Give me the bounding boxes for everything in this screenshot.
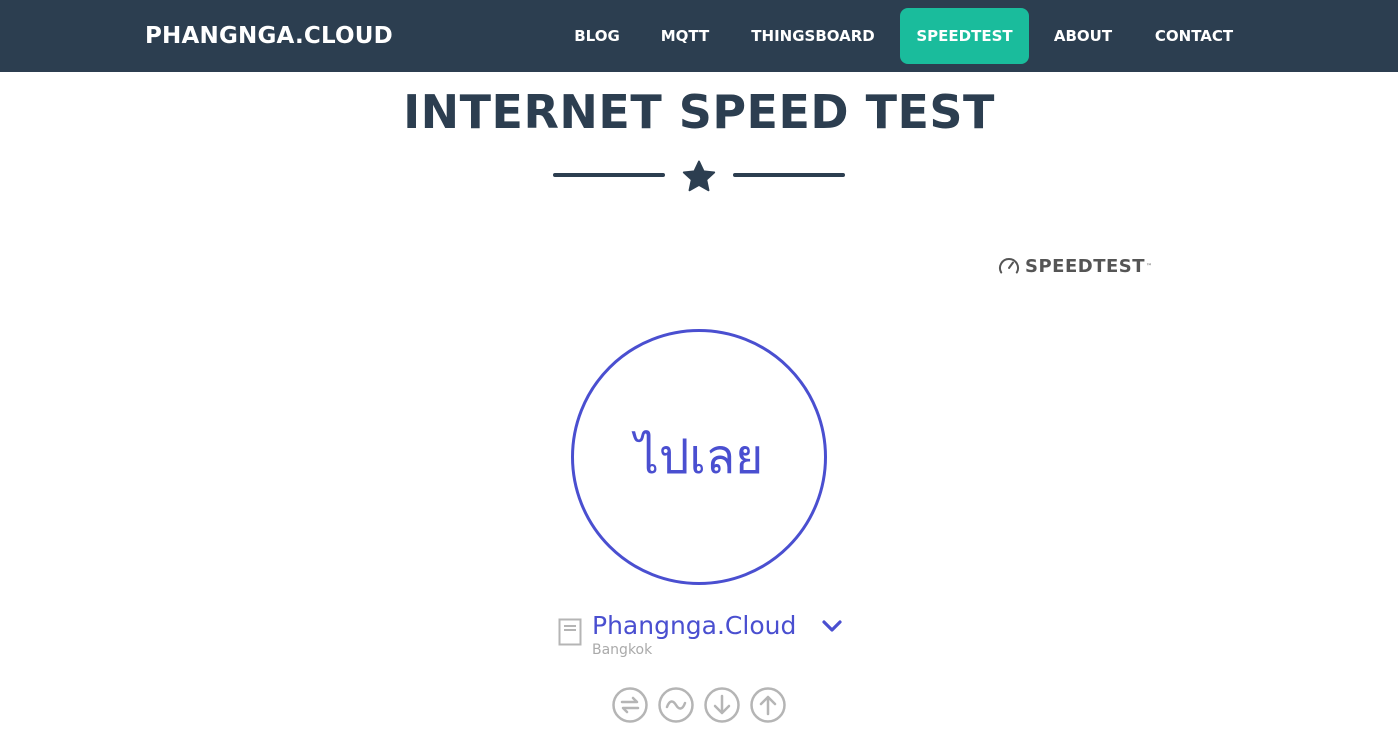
trademark-mark: ™	[1146, 262, 1153, 270]
divider-line-left	[553, 173, 665, 177]
go-button[interactable]: ไปเลย	[571, 329, 827, 585]
server-name[interactable]: Phangnga.Cloud	[592, 609, 796, 643]
nav-item-mqtt[interactable]: MQTT	[646, 8, 724, 64]
speedtest-logo-text: SPEEDTEST	[1025, 255, 1146, 277]
divider-line-right	[733, 173, 845, 177]
brand-link[interactable]: PHANGNGA.CLOUD	[145, 22, 393, 50]
nav-item-contact[interactable]: CONTACT	[1140, 8, 1248, 64]
go-button-label: ไปเลย	[634, 429, 764, 485]
nav-item-blog[interactable]: BLOG	[560, 8, 634, 64]
server-icon	[558, 618, 582, 646]
navbar: PHANGNGA.CLOUD BLOG MQTT THINGSBOARD SPE…	[0, 0, 1398, 72]
speedometer-icon	[999, 258, 1019, 274]
download-icon	[704, 687, 740, 723]
ping-icon	[612, 687, 648, 723]
nav-item-thingsboard[interactable]: THINGSBOARD	[738, 8, 888, 64]
chevron-down-icon[interactable]	[820, 614, 844, 638]
page-title: INTERNET SPEED TEST	[403, 85, 995, 139]
upload-icon	[750, 687, 786, 723]
nav-item-about[interactable]: ABOUT	[1040, 8, 1126, 64]
server-location: Bangkok	[592, 642, 653, 658]
jitter-icon	[658, 687, 694, 723]
speedtest-logo: SPEEDTEST ™	[998, 254, 1152, 278]
star-icon	[682, 160, 716, 192]
nav-item-speedtest[interactable]: SPEEDTEST	[900, 8, 1029, 64]
